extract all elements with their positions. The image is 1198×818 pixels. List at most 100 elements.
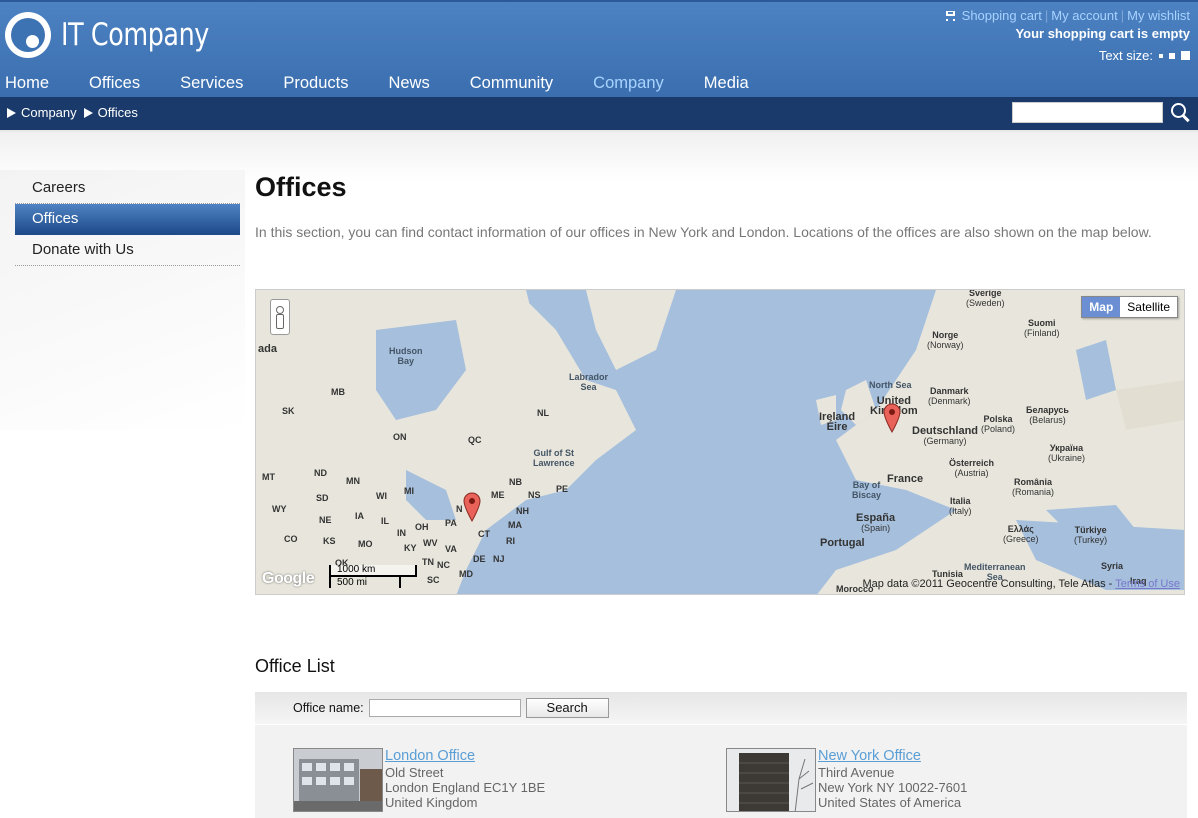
main-nav: Home Offices Services Products News Comm… (0, 74, 784, 93)
search-button[interactable]: Search (525, 698, 609, 718)
map-label: MO (358, 539, 373, 549)
new-york-office-link[interactable]: New York Office (818, 748, 921, 764)
map-label: MN (346, 476, 360, 486)
map-label: ND (314, 468, 327, 478)
nav-media[interactable]: Media (704, 74, 749, 93)
map-label: Ireland Éire (819, 411, 856, 433)
nav-home[interactable]: Home (5, 74, 49, 93)
office-list: London Office Old Street London England … (255, 725, 1187, 818)
office-list-title: Office List (255, 656, 335, 676)
breadcrumb-company[interactable]: Company (21, 105, 77, 120)
my-wishlist-link[interactable]: My wishlist (1127, 8, 1190, 23)
map-type-satellite-button[interactable]: Satellite (1120, 297, 1177, 317)
site-search-input[interactable] (1012, 102, 1163, 123)
sidebar: Careers Offices Donate with Us (15, 173, 240, 266)
map-label: KS (323, 536, 336, 546)
map-label: NH (516, 506, 529, 516)
new-york-office-thumbnail[interactable] (726, 748, 816, 812)
map-type-map-button[interactable]: Map (1082, 297, 1121, 317)
map-copyright: Map data ©2011 Geocentre Consulting, Tel… (862, 578, 1180, 590)
map-label: Hudson Bay (389, 346, 423, 366)
map-label: Ελλάς (Greece) (1003, 524, 1039, 544)
map-label: SD (316, 493, 329, 503)
intro-text: In this section, you can find contact in… (255, 224, 1152, 240)
nav-offices[interactable]: Offices (89, 74, 140, 93)
sidebar-item-careers[interactable]: Careers (15, 173, 240, 204)
map-label: QC (468, 435, 482, 445)
map-label: WY (272, 504, 287, 514)
top-links: Shopping cart | My account | My wishlist (944, 8, 1190, 23)
office-name-label: Office name: (293, 701, 364, 715)
link-separator: | (1120, 8, 1125, 23)
my-account-link[interactable]: My account (1051, 8, 1117, 23)
offices-map[interactable]: Map Satellite ada Hudson Bay Labrador Sea … (255, 289, 1185, 595)
map-label: ada (258, 343, 277, 355)
link-separator: | (1044, 8, 1049, 23)
scale-km: 1000 km (329, 565, 417, 577)
map-label: TN (422, 557, 434, 567)
london-marker-icon[interactable] (883, 403, 901, 433)
google-logo[interactable]: Google (262, 570, 315, 588)
map-label: NE (319, 515, 332, 525)
office-city: London England EC1Y 1BE (385, 780, 546, 795)
map-label: Беларусь (Belarus) (1026, 405, 1069, 425)
nav-company[interactable]: Company (593, 74, 664, 93)
terms-of-use-link[interactable]: Terms of Use (1115, 578, 1180, 590)
map-label: CT (478, 529, 490, 539)
scale-mi: 500 mi (329, 577, 401, 588)
map-label: SC (427, 575, 440, 585)
map-label: DE (473, 554, 486, 564)
new-york-marker-icon[interactable] (463, 492, 481, 522)
map-label: WI (376, 491, 387, 501)
map-label: IL (381, 516, 389, 526)
new-york-office-info: New York Office Third Avenue New York NY… (818, 748, 967, 812)
nav-services[interactable]: Services (180, 74, 243, 93)
map-label: Österreich (Austria) (949, 458, 995, 478)
nav-products[interactable]: Products (283, 74, 348, 93)
map-label: PA (445, 518, 457, 528)
list-item: New York Office Third Avenue New York NY… (726, 748, 967, 812)
nav-news[interactable]: News (388, 74, 429, 93)
breadcrumb: Company Offices (7, 105, 138, 120)
office-name-input[interactable] (368, 699, 521, 717)
map-label: RI (506, 536, 515, 546)
text-size-control: Text size: (1099, 48, 1190, 63)
page-title: Offices (255, 172, 347, 202)
map-label: IA (355, 511, 364, 521)
map-label: Türkiye (Turkey) (1074, 525, 1108, 545)
map-label: ME (491, 490, 505, 500)
street-view-pegman-icon[interactable] (270, 299, 290, 335)
map-label: PE (556, 484, 569, 494)
london-office-info: London Office Old Street London England … (385, 748, 545, 812)
sidebar-item-offices[interactable]: Offices (15, 204, 240, 235)
text-size-medium-button[interactable] (1169, 52, 1175, 59)
map-label: CO (284, 534, 298, 544)
nav-community[interactable]: Community (470, 74, 553, 93)
map-label: Danmark (Denmark) (928, 386, 971, 406)
breadcrumb-arrow-icon (83, 107, 93, 118)
map-label: MT (262, 472, 275, 482)
shopping-cart-icon (944, 10, 957, 21)
office-country: United States of America (818, 795, 962, 810)
logo-circle-icon (5, 12, 51, 58)
shopping-cart-link[interactable]: Shopping cart (962, 8, 1042, 23)
map-label: España (Spain) (856, 512, 896, 534)
breadcrumb-offices[interactable]: Offices (98, 105, 138, 120)
site-header: IT Company Shopping cart | My account | My w… (0, 0, 1198, 97)
company-logo[interactable]: IT Company (5, 12, 241, 58)
sidebar-item-donate[interactable]: Donate with Us (15, 235, 240, 266)
map-type-control: Map Satellite (1081, 296, 1178, 318)
text-size-small-button[interactable] (1159, 53, 1163, 58)
map-label: NS (528, 490, 541, 500)
london-office-thumbnail[interactable] (293, 748, 383, 812)
search-icon[interactable] (1170, 102, 1192, 124)
map-label: NB (509, 477, 522, 487)
list-item: London Office Old Street London England … (293, 748, 545, 812)
london-office-link[interactable]: London Office (385, 748, 475, 764)
map-label: NC (437, 560, 450, 570)
office-street: Old Street (385, 765, 444, 780)
map-scale: 1000 km 500 mi (329, 565, 417, 588)
text-size-large-button[interactable] (1181, 51, 1190, 60)
map-label: Bay of Biscay (852, 480, 882, 500)
map-label: Suomi (Finland) (1024, 318, 1060, 338)
